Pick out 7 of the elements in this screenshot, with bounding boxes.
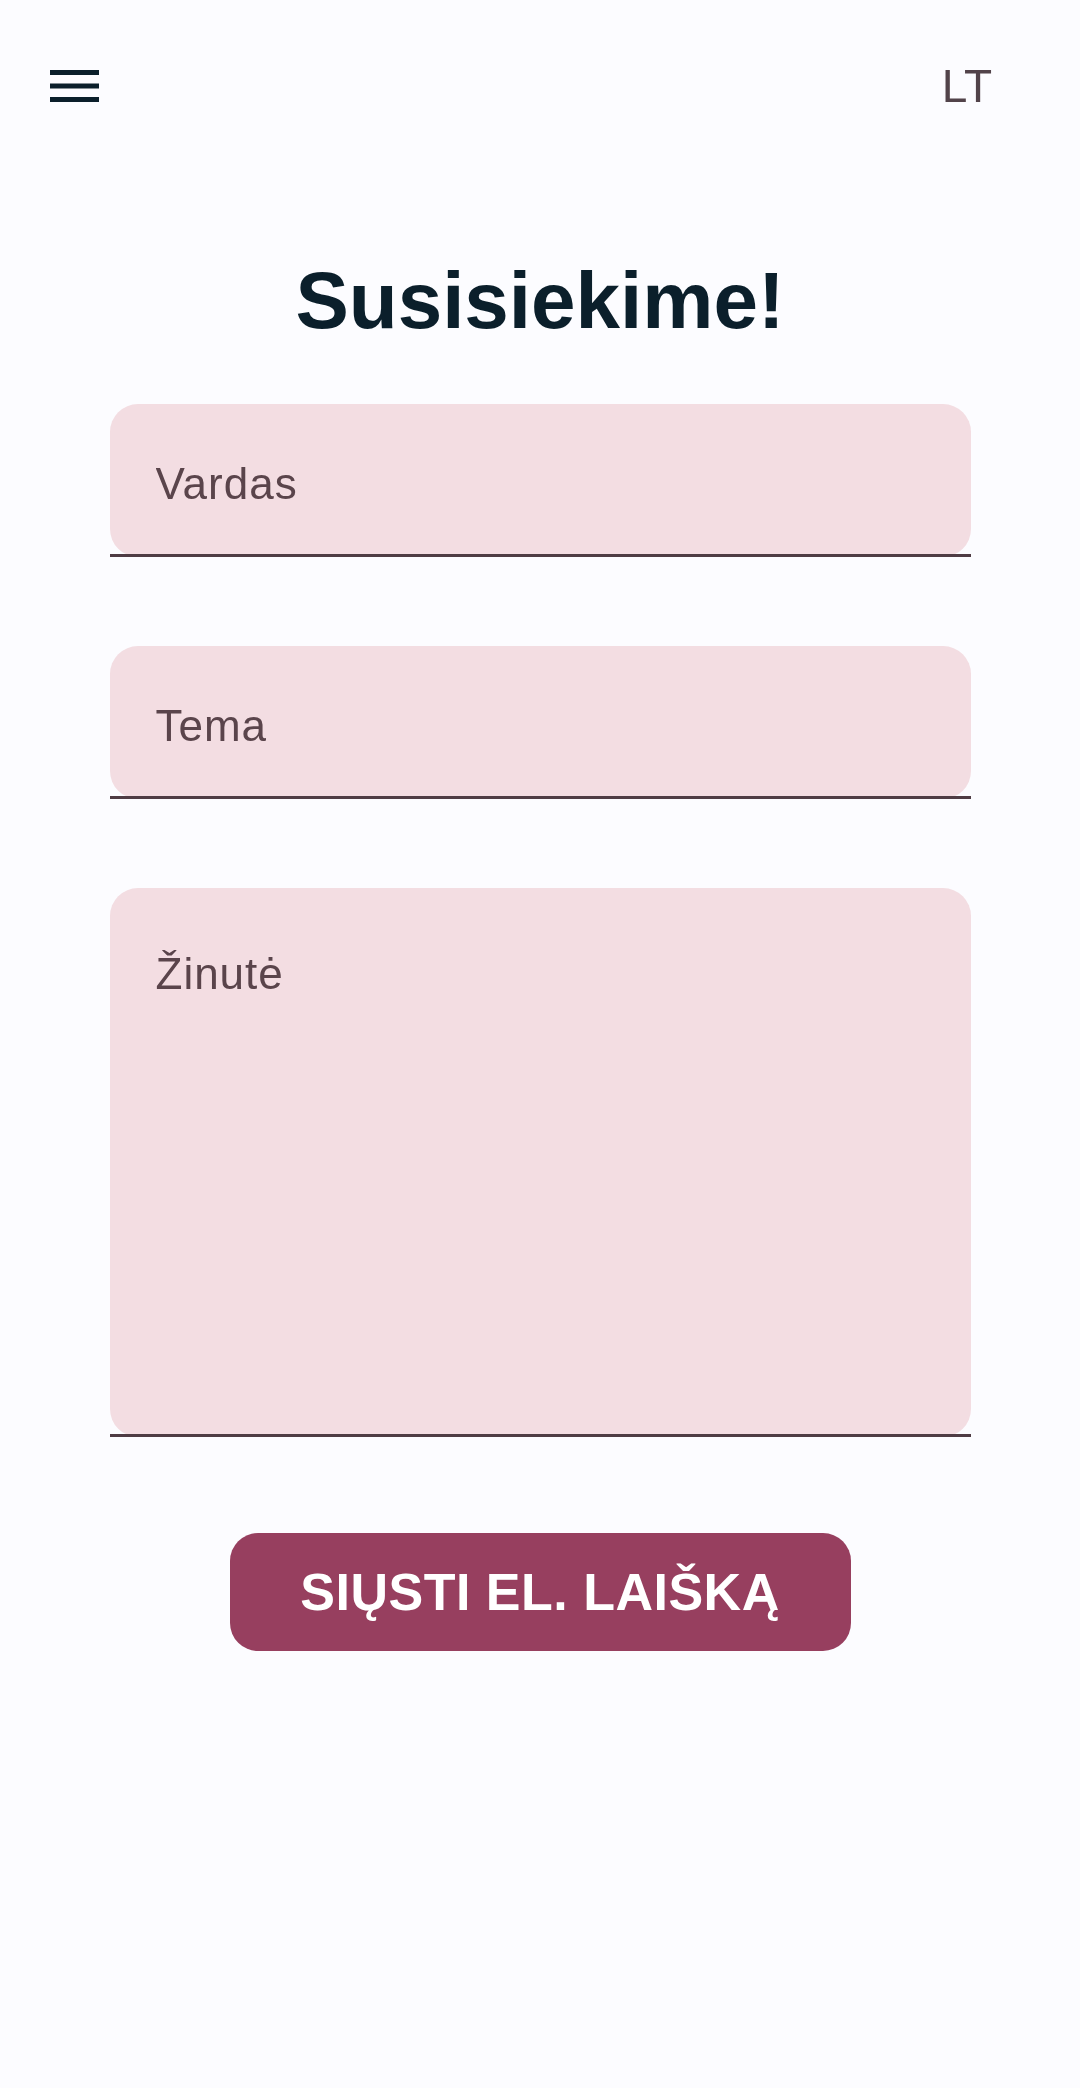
text-input-field[interactable]: Vardas [109, 404, 971, 557]
language-button[interactable]: LT [941, 63, 992, 109]
send-email-button[interactable]: SIŲSTI EL. LAIŠKĄ [229, 1533, 851, 1651]
text-input-field[interactable]: Tema [109, 646, 971, 799]
page-title: Susisiekime! [295, 261, 785, 341]
text-area-field[interactable]: Žinutė [109, 888, 971, 1437]
menu-icon[interactable] [50, 70, 99, 102]
